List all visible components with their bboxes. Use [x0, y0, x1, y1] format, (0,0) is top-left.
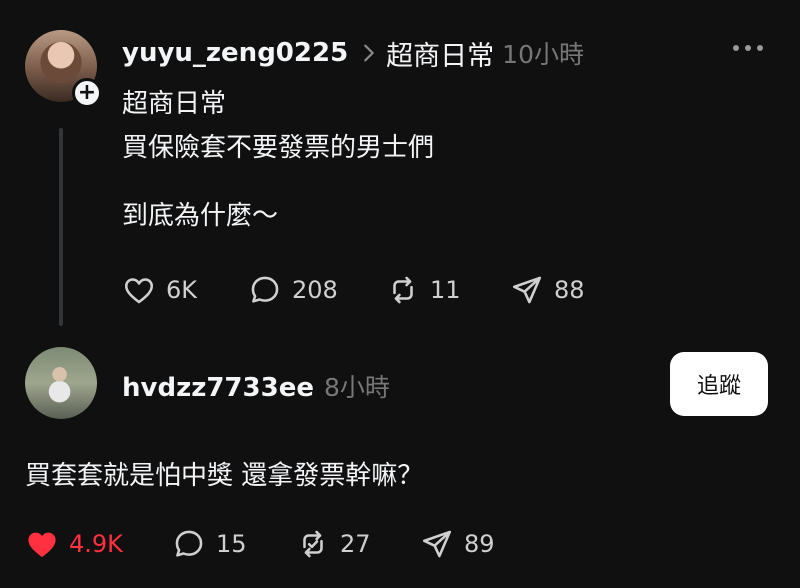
more-options-icon[interactable] — [733, 38, 769, 58]
like-button[interactable]: 4.9K — [25, 527, 123, 561]
share-count: 89 — [464, 530, 495, 558]
send-icon — [422, 530, 452, 558]
timestamp: 8小時 — [323, 373, 390, 402]
avatar[interactable] — [25, 347, 97, 419]
reply-button[interactable]: 208 — [248, 273, 338, 307]
like-count: 6K — [166, 276, 198, 304]
repost-count: 27 — [340, 530, 371, 558]
post-text-line: 到底為什麼～ — [122, 201, 279, 231]
like-count: 4.9K — [69, 530, 123, 558]
repost-count: 11 — [430, 276, 461, 304]
repost-check-icon — [303, 530, 323, 558]
reply-count: 15 — [216, 530, 247, 558]
reply-header: hvdzz7733ee 8小時 — [122, 368, 390, 404]
username[interactable]: hvdzz7733ee — [122, 373, 314, 403]
send-icon — [512, 276, 542, 304]
share-button[interactable]: 89 — [420, 527, 495, 561]
repost-button[interactable]: 11 — [386, 273, 461, 307]
heart-filled-icon — [28, 532, 56, 557]
comment-icon — [251, 276, 279, 303]
follow-button[interactable]: 追蹤 — [670, 352, 768, 416]
follow-plus-icon[interactable]: + — [72, 78, 102, 108]
thread-line — [59, 128, 63, 326]
timestamp: 10小時 — [502, 40, 584, 69]
reply-text: 買套套就是怕中獎 還拿發票幹嘛？ — [25, 461, 424, 491]
topic-tag[interactable]: 超商日常 — [386, 34, 494, 73]
comment-icon — [175, 530, 203, 557]
post-text-line: 買保險套不要發票的男士們 — [122, 133, 435, 163]
reply-count: 208 — [292, 276, 338, 304]
share-count: 88 — [554, 276, 585, 304]
post-text-line: 超商日常 — [122, 89, 227, 119]
like-button[interactable]: 6K — [122, 273, 197, 307]
heart-icon — [124, 278, 154, 304]
repost-icon — [393, 276, 413, 304]
post-header: yuyu_zeng0225 超商日常 10小時 — [122, 34, 584, 73]
chevron-right-icon — [364, 44, 374, 62]
share-button[interactable]: 88 — [510, 273, 585, 307]
username[interactable]: yuyu_zeng0225 — [122, 38, 348, 68]
repost-button[interactable]: 27 — [296, 527, 371, 561]
reply-button[interactable]: 15 — [172, 527, 247, 561]
